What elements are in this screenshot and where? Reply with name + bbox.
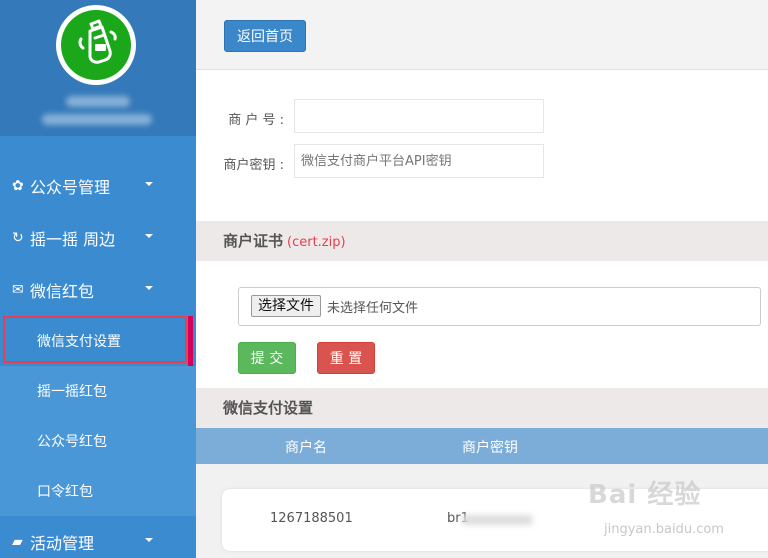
folder-icon: ▰ — [12, 534, 23, 550]
merchant-no-label: 商 户 号 : — [228, 113, 284, 128]
caret-down-icon — [145, 538, 153, 542]
column-header-merchant-key: 商户密钥 — [462, 440, 518, 456]
sidebar-nav: ✿ 公众号管理 ↻ 摇一摇 周边 ✉ 微信红包 微信支付设置 摇一摇红包 公众号… — [0, 160, 196, 558]
bottle-icon — [78, 19, 117, 64]
cell-merchant-name: 1267188501 — [270, 511, 353, 526]
watermark: Bai 经验 jingyan.baidu.com — [588, 474, 768, 544]
caret-down-icon — [145, 234, 153, 238]
sidebar-subitem-shake-redpack[interactable]: 摇一摇红包 — [0, 366, 196, 416]
sidebar-item-wechat-redpack[interactable]: ✉ 微信红包 — [0, 264, 196, 316]
sidebar-subitem-label: 口令红包 — [37, 484, 93, 500]
sidebar-subitem-label: 微信支付设置 — [37, 334, 121, 350]
column-header-merchant-name: 商户名 — [285, 440, 327, 456]
sidebar: ✿ 公众号管理 ↻ 摇一摇 周边 ✉ 微信红包 微信支付设置 摇一摇红包 公众号… — [0, 0, 196, 558]
sidebar-item-activity-manage[interactable]: ▰ 活动管理 — [0, 516, 196, 558]
sidebar-subitem-password-redpack[interactable]: 口令红包 — [0, 466, 196, 516]
refresh-icon: ↻ — [12, 230, 24, 246]
active-item-indicator — [188, 316, 193, 366]
account-name-blurred — [66, 96, 130, 107]
merchant-key-input[interactable] — [294, 144, 544, 178]
choose-file-button[interactable]: 选择文件 — [251, 295, 321, 317]
caret-down-icon — [145, 286, 153, 290]
avatar[interactable] — [56, 5, 136, 85]
sidebar-subitem-gzh-redpack[interactable]: 公众号红包 — [0, 416, 196, 466]
gear-icon: ✿ — [12, 178, 24, 194]
watermark-sub: jingyan.baidu.com — [604, 522, 724, 537]
cert-file-picker[interactable]: 选择文件 未选择任何文件 — [238, 287, 761, 326]
settings-table-header: 商户名 商户密钥 — [196, 428, 768, 464]
sidebar-item-gzh-manage[interactable]: ✿ 公众号管理 — [0, 160, 196, 212]
reset-button[interactable]: 重 置 — [317, 342, 375, 374]
caret-down-icon — [145, 182, 153, 186]
cert-section-header: 商户证书 (cert.zip) — [196, 221, 768, 261]
envelope-icon: ✉ — [12, 282, 24, 298]
cert-section-title: 商户证书 — [223, 232, 284, 250]
merchant-no-input[interactable] — [294, 99, 544, 133]
sidebar-subitem-pay-settings[interactable]: 微信支付设置 — [0, 316, 196, 366]
watermark-main: Bai 经验 — [588, 480, 702, 510]
sidebar-item-label: 公众号管理 — [30, 178, 111, 197]
merchant-key-label: 商户密钥 : — [223, 158, 284, 173]
profile-panel — [0, 0, 196, 136]
top-bar: 返回首页 — [196, 0, 768, 70]
sidebar-item-label: 摇一摇 周边 — [30, 230, 116, 249]
account-id-blurred — [42, 114, 152, 125]
sidebar-item-shake[interactable]: ↻ 摇一摇 周边 — [0, 212, 196, 264]
cert-section-hint: (cert.zip) — [287, 235, 346, 250]
sidebar-subitem-label: 公众号红包 — [37, 434, 107, 450]
sidebar-item-label: 微信红包 — [30, 282, 95, 301]
settings-section-header: 微信支付设置 — [196, 388, 768, 428]
sidebar-subitem-label: 摇一摇红包 — [37, 384, 107, 400]
back-home-button[interactable]: 返回首页 — [224, 20, 306, 52]
merchant-key-blurred — [462, 515, 532, 525]
sidebar-item-label: 活动管理 — [30, 534, 95, 553]
submit-button[interactable]: 提 交 — [238, 342, 296, 374]
file-status-text: 未选择任何文件 — [327, 301, 419, 316]
settings-section-title: 微信支付设置 — [223, 399, 314, 417]
